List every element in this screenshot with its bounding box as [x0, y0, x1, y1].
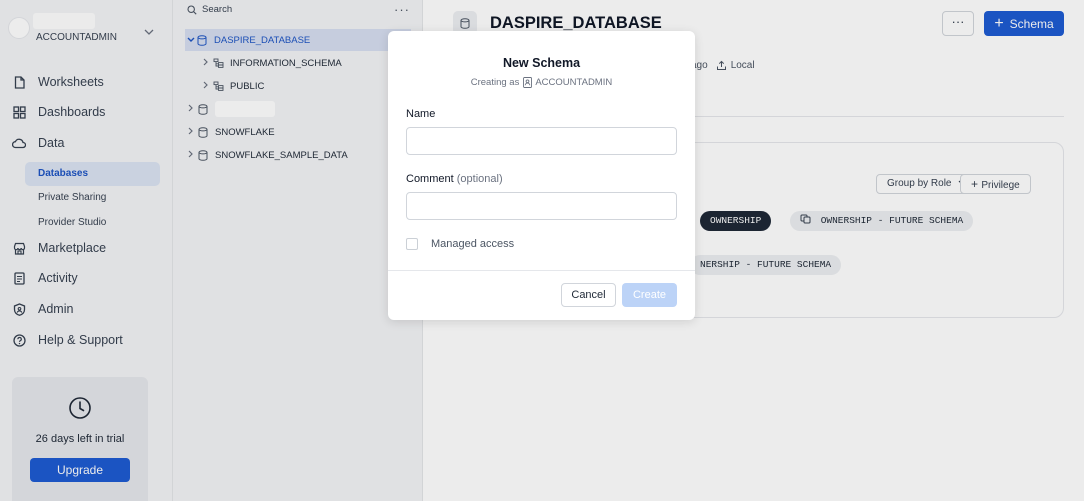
new-schema-dialog: New Schema Creating as ACCOUNTADMIN Name…	[388, 31, 695, 320]
schema-name-input[interactable]	[406, 127, 677, 155]
subtitle-role: ACCOUNTADMIN	[535, 77, 613, 88]
role-icon	[523, 77, 533, 88]
comment-optional-text: (optional)	[456, 173, 503, 185]
managed-access-option[interactable]: Managed access	[406, 238, 514, 250]
name-label: Name	[406, 108, 436, 120]
schema-comment-input[interactable]	[406, 192, 677, 220]
dialog-title: New Schema	[502, 56, 581, 70]
create-button[interactable]: Create	[622, 283, 677, 307]
comment-label-text: Comment	[406, 173, 454, 185]
managed-access-checkbox[interactable]	[406, 238, 418, 250]
managed-access-label: Managed access	[431, 238, 515, 250]
comment-label: Comment (optional)	[406, 173, 503, 185]
cancel-button[interactable]: Cancel	[561, 283, 616, 307]
dialog-divider	[388, 270, 695, 271]
dialog-subtitle: Creating as ACCOUNTADMIN	[388, 77, 695, 88]
subtitle-prefix: Creating as	[470, 77, 520, 88]
